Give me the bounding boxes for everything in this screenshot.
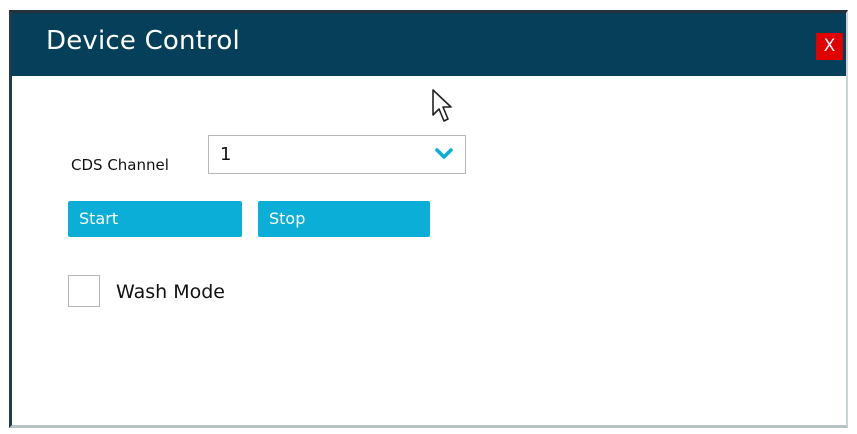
title-bar: Device Control X: [12, 13, 846, 76]
wash-mode-label: Wash Mode: [116, 281, 225, 303]
window-title: Device Control: [46, 26, 240, 56]
cds-channel-label: CDS Channel: [71, 156, 169, 174]
screen: Device Control X CDS Channel 1 Start Sto…: [0, 0, 857, 434]
device-control-window: Device Control X CDS Channel 1 Start Sto…: [9, 10, 848, 428]
cds-channel-value: 1: [220, 144, 232, 165]
chevron-down-icon: [435, 148, 453, 159]
stop-button[interactable]: Stop: [258, 201, 430, 237]
close-button[interactable]: X: [816, 33, 843, 60]
start-button[interactable]: Start: [68, 201, 242, 237]
cds-channel-select[interactable]: 1: [208, 135, 466, 174]
arrow-cursor-icon: [432, 89, 452, 122]
wash-mode-checkbox[interactable]: [68, 275, 100, 307]
